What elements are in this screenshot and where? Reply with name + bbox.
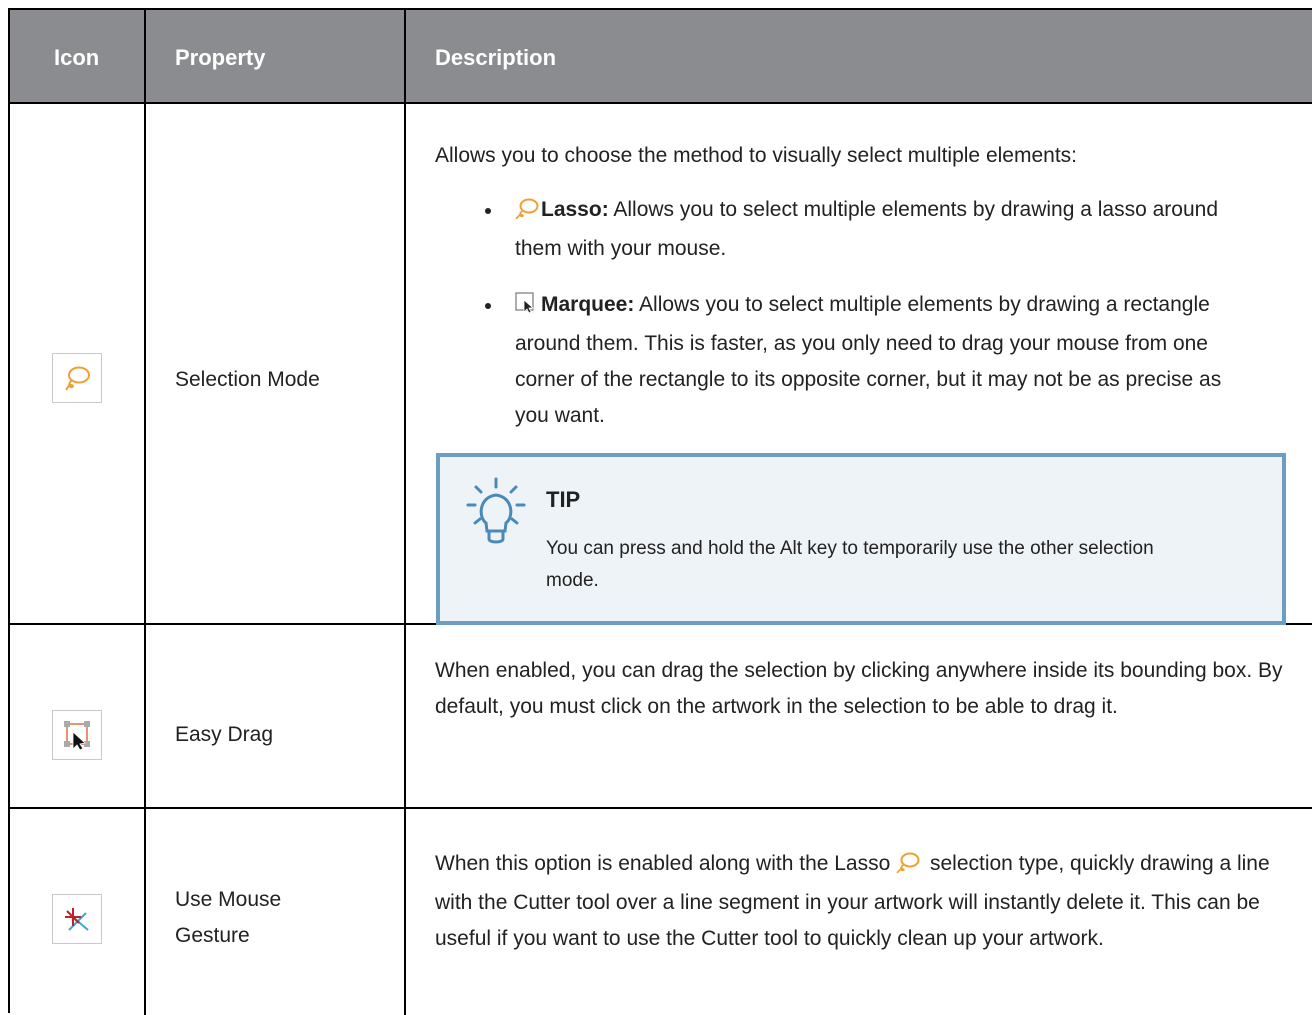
description-before: When this option is enabled along with t… bbox=[435, 852, 897, 875]
property-name-line2: Gesture bbox=[175, 924, 250, 947]
description: When this option is enabled along with t… bbox=[435, 846, 1285, 957]
table-header: Icon Property Description bbox=[10, 10, 1312, 104]
easy-drag-icon bbox=[52, 710, 102, 760]
property-name: Easy Drag bbox=[175, 723, 274, 746]
list-item: Lasso: Allows you to select multiple ele… bbox=[435, 192, 1285, 267]
column-divider bbox=[144, 10, 146, 1015]
bullet-dot bbox=[485, 303, 491, 309]
marquee-label: Marquee: bbox=[541, 293, 635, 316]
bullet-dot bbox=[485, 208, 491, 214]
property-name: Selection Mode bbox=[175, 368, 320, 391]
lasso-icon bbox=[515, 195, 539, 231]
tip-title: TIP bbox=[546, 487, 581, 512]
description-intro: Allows you to choose the method to visua… bbox=[435, 144, 1077, 167]
tip-text: You can press and hold the Alt key to te… bbox=[546, 538, 1154, 591]
list-item: Marquee: Allows you to select multiple e… bbox=[435, 287, 1285, 434]
lightbulb-icon bbox=[466, 477, 526, 552]
header-property: Property bbox=[175, 45, 266, 70]
column-divider bbox=[404, 10, 406, 1015]
header-icon: Icon bbox=[54, 45, 100, 70]
row-divider bbox=[10, 807, 1312, 809]
header-description: Description bbox=[435, 45, 557, 70]
lasso-icon bbox=[896, 849, 920, 885]
mouse-gesture-icon bbox=[52, 894, 102, 944]
property-name-line1: Use Mouse bbox=[175, 888, 282, 911]
marquee-icon bbox=[515, 290, 535, 326]
mode-list: Lasso: Allows you to select multiple ele… bbox=[435, 192, 1285, 434]
lasso-text: Allows you to select multiple elements b… bbox=[515, 198, 1219, 260]
tip-box: TIP You can press and hold the Alt key t… bbox=[436, 453, 1286, 625]
description: When enabled, you can drag the selection… bbox=[435, 659, 1283, 718]
lasso-label: Lasso: bbox=[541, 198, 609, 221]
lasso-icon bbox=[52, 353, 102, 403]
properties-table: Icon Property Description Selection Mode… bbox=[8, 8, 1312, 1015]
